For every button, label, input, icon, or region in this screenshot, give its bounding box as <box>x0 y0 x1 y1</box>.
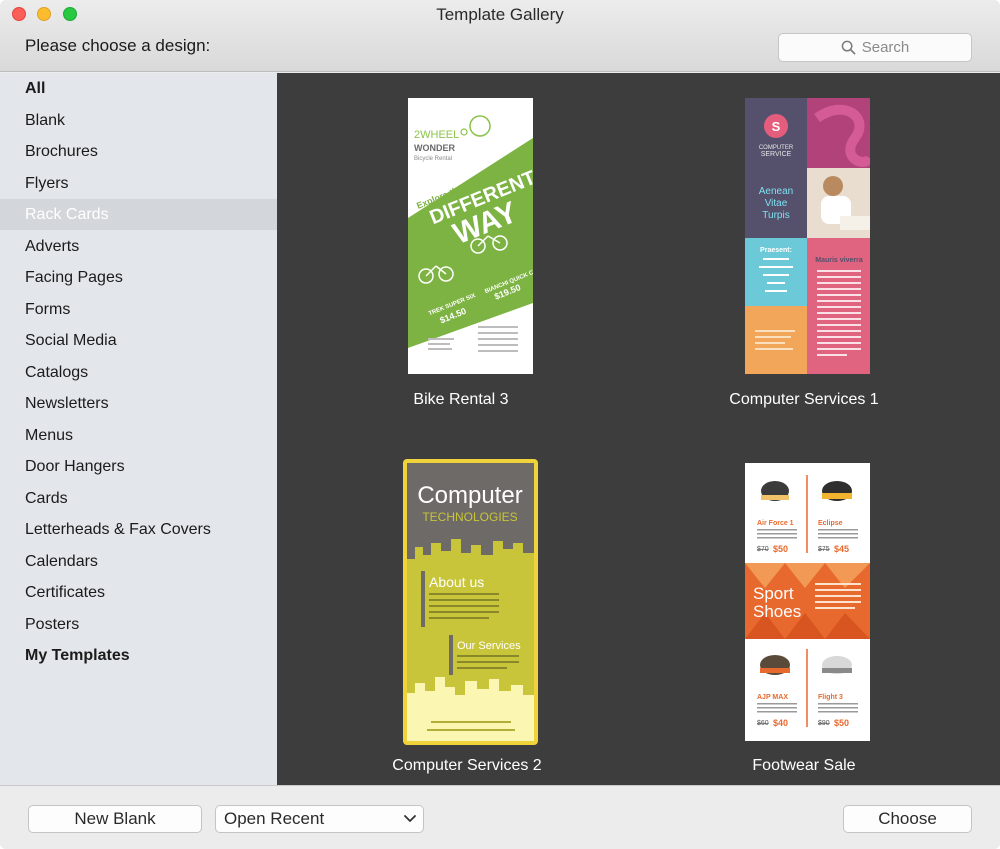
cs2-subtitle: TECHNOLOGIES <box>422 510 517 524</box>
shoe-image <box>822 656 852 674</box>
template-name: Computer Services 2 <box>392 757 542 774</box>
template-name: Footwear Sale <box>752 757 856 774</box>
shoe-old-price-3: $60 <box>757 720 769 727</box>
sidebar-item-calendars[interactable]: Calendars <box>0 546 277 577</box>
template-name: Computer Services 1 <box>729 391 879 408</box>
bike-brand-line2: WONDER <box>414 143 455 153</box>
shoe-new-price-3: $40 <box>773 718 788 728</box>
new-blank-button[interactable]: New Blank <box>28 805 202 833</box>
category-sidebar: All Blank Brochures Flyers Rack Cards Ad… <box>0 73 277 785</box>
sidebar-item-all[interactable]: All <box>0 73 277 104</box>
shoe-new-price-1: $50 <box>773 544 788 554</box>
sidebar-item-rack-cards[interactable]: Rack Cards <box>0 199 277 230</box>
sidebar-item-brochures[interactable]: Brochures <box>0 136 277 167</box>
cs1-logo-letter: S <box>772 119 781 134</box>
template-tile-computer-services-1[interactable]: S COMPUTER SERVICE Aenean Vitae Turpis P… <box>644 73 964 433</box>
sidebar-item-letterheads[interactable]: Letterheads & Fax Covers <box>0 514 277 545</box>
shoe-old-price-4: $90 <box>818 720 830 727</box>
footer-bar: New Blank Open Recent Choose <box>0 785 1000 849</box>
template-name: Bike Rental 3 <box>413 391 509 408</box>
cs2-title: Computer <box>417 482 522 509</box>
sale-banner-line1: Sport <box>753 584 794 603</box>
sale-banner-line2: Shoes <box>753 602 801 621</box>
cs1-side-title: Praesent: <box>760 247 792 254</box>
cs2-section2: Our Services <box>457 640 521 652</box>
template-tile-footwear-sale[interactable]: Air Force 1 Eclipse $70 $50 $75 $45 Spor… <box>644 433 964 785</box>
cs1-pink-title: Mauris viverra <box>815 257 863 264</box>
chevron-down-icon <box>404 815 416 822</box>
shoe-name-2: Eclipse <box>818 520 843 527</box>
sidebar-item-door-hangers[interactable]: Door Hangers <box>0 451 277 482</box>
open-recent-popup[interactable]: Open Recent <box>215 805 424 833</box>
sidebar-item-posters[interactable]: Posters <box>0 609 277 640</box>
bike-brand-line1: 2WHEEL <box>414 129 459 141</box>
sidebar-item-facing-pages[interactable]: Facing Pages <box>0 262 277 293</box>
sidebar-item-blank[interactable]: Blank <box>0 105 277 136</box>
open-recent-label: Open Recent <box>224 809 325 828</box>
template-tile-computer-services-2[interactable]: Computer TECHNOLOGIES About us Our Servi… <box>307 433 627 785</box>
window-title: Template Gallery <box>436 5 564 24</box>
bike-brand-line3: Bicycle Rental <box>414 156 452 162</box>
cs1-block-text1: Aenean <box>759 186 793 197</box>
shoe-old-price-1: $70 <box>757 546 769 553</box>
search-placeholder: Search <box>861 39 910 56</box>
cs1-logo-text2: SERVICE <box>761 151 792 158</box>
sidebar-item-social-media[interactable]: Social Media <box>0 325 277 356</box>
search-field[interactable]: Search <box>778 33 972 62</box>
template-gallery-window: Template Gallery Please choose a design:… <box>0 0 1000 849</box>
sidebar-item-adverts[interactable]: Adverts <box>0 231 277 262</box>
shoe-name-3: AJP MAX <box>757 694 788 701</box>
sidebar-item-catalogs[interactable]: Catalogs <box>0 357 277 388</box>
template-thumbnail[interactable]: Air Force 1 Eclipse $70 $50 $75 $45 Spor… <box>745 463 870 741</box>
shoe-name-1: Air Force 1 <box>757 520 794 527</box>
sidebar-item-certificates[interactable]: Certificates <box>0 577 277 608</box>
choose-design-prompt: Please choose a design: <box>25 36 211 55</box>
sidebar-item-flyers[interactable]: Flyers <box>0 168 277 199</box>
shoe-new-price-4: $50 <box>834 718 849 728</box>
cs2-section1: About us <box>429 574 484 590</box>
sidebar-item-newsletters[interactable]: Newsletters <box>0 388 277 419</box>
shoe-image <box>760 655 790 675</box>
cs1-block-text2: Vitae <box>765 198 788 209</box>
template-gallery-grid: 2WHEEL WONDER Bicycle Rental Explore the… <box>277 73 1000 785</box>
sidebar-item-my-templates[interactable]: My Templates <box>0 640 277 671</box>
shoe-image <box>822 481 852 501</box>
cs1-block-text3: Turpis <box>762 210 789 221</box>
template-thumbnail[interactable]: 2WHEEL WONDER Bicycle Rental Explore the… <box>408 98 533 374</box>
shoe-new-price-2: $45 <box>834 544 849 554</box>
shoe-image <box>761 481 789 501</box>
title-bar: Template Gallery Please choose a design:… <box>0 0 1000 72</box>
sidebar-item-cards[interactable]: Cards <box>0 483 277 514</box>
choose-button[interactable]: Choose <box>843 805 972 833</box>
template-tile-bike-rental-3[interactable]: 2WHEEL WONDER Bicycle Rental Explore the… <box>301 73 621 433</box>
template-thumbnail[interactable]: S COMPUTER SERVICE Aenean Vitae Turpis P… <box>745 98 870 374</box>
sidebar-item-forms[interactable]: Forms <box>0 294 277 325</box>
shoe-name-4: Flight 3 <box>818 694 843 701</box>
shoe-old-price-2: $75 <box>818 546 830 553</box>
template-thumbnail-selected[interactable]: Computer TECHNOLOGIES About us Our Servi… <box>403 459 538 745</box>
sidebar-item-menus[interactable]: Menus <box>0 420 277 451</box>
search-icon <box>841 40 856 55</box>
